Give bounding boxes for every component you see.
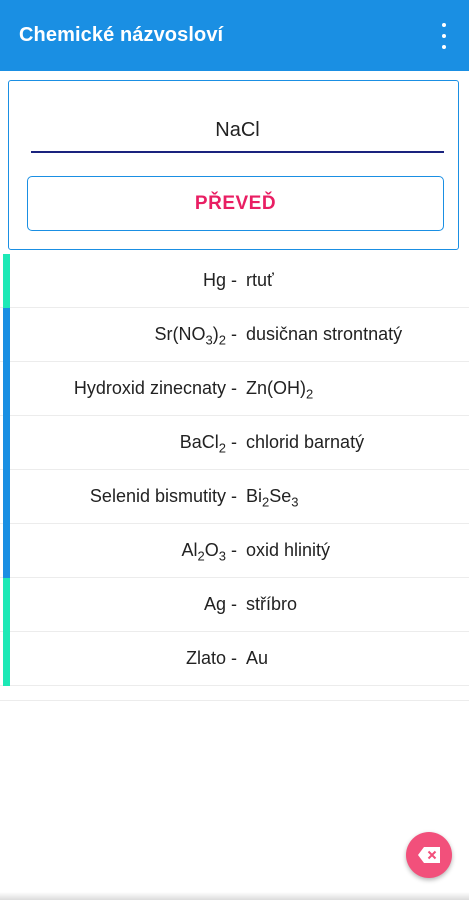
- history-item-right: Zn(OH)2: [246, 378, 314, 402]
- history-item-left: Al2O3: [181, 540, 227, 564]
- history-item-separator: -: [231, 270, 237, 290]
- history-item-separator: -: [231, 540, 237, 560]
- history-item-right: chlorid barnatý: [246, 432, 365, 452]
- converter-card: PŘEVEĎ: [8, 80, 459, 250]
- history-color-bar: [3, 524, 10, 578]
- history-item-right: Au: [246, 648, 269, 668]
- history-item[interactable]: Al2O3- oxid hlinitý: [0, 524, 469, 578]
- history-item-left: Hydroxid zinecnaty: [73, 378, 226, 398]
- history-item-left: Ag: [203, 594, 226, 614]
- history-item-right: Bi2Se3: [246, 486, 299, 510]
- history-item-separator: -: [231, 378, 237, 398]
- app-bar: Chemické názvosloví: [0, 0, 469, 71]
- overflow-menu-icon[interactable]: [433, 23, 455, 49]
- backspace-icon: [418, 847, 440, 863]
- history-item-left: Hg: [202, 270, 226, 290]
- history-item[interactable]: Zlato - Au: [0, 632, 469, 686]
- history-item-right: oxid hlinitý: [246, 540, 331, 560]
- app-title: Chemické názvosloví: [19, 24, 224, 46]
- nav-shadow: [0, 892, 469, 900]
- history-item[interactable]: Sr(NO3)2- dusičnan strontnatý: [0, 308, 469, 362]
- history-color-bar: [3, 632, 10, 686]
- history-color-bar: [3, 308, 10, 362]
- history-item-left: BaCl2: [179, 432, 226, 456]
- history-item-right: rtuť: [246, 270, 274, 290]
- history-item-separator: -: [231, 432, 237, 452]
- history-item-left: Selenid bismutity: [89, 486, 226, 506]
- history-item-separator: -: [231, 594, 237, 614]
- history-item[interactable]: Hg - rtuť: [0, 254, 469, 308]
- history-item-separator: -: [231, 648, 237, 668]
- clear-history-button[interactable]: [406, 832, 452, 878]
- history-color-bar: [3, 254, 10, 308]
- history-item-right: dusičnan strontnatý: [246, 324, 403, 344]
- formula-input[interactable]: [31, 115, 444, 153]
- history-item-right: stříbro: [246, 594, 298, 614]
- history-color-bar: [3, 416, 10, 470]
- history-item-left: Sr(NO3)2: [154, 324, 226, 348]
- history-item[interactable]: BaCl2- chlorid barnatý: [0, 416, 469, 470]
- history-color-bar: [3, 578, 10, 632]
- list-divider: [0, 700, 469, 701]
- history-item[interactable]: Ag - stříbro: [0, 578, 469, 632]
- history-item[interactable]: Hydroxid zinecnaty - Zn(OH)2: [0, 362, 469, 416]
- history-color-bar: [3, 470, 10, 524]
- convert-button[interactable]: PŘEVEĎ: [27, 176, 444, 231]
- history-item-separator: -: [231, 486, 237, 506]
- history-item-left: Zlato: [185, 648, 226, 668]
- history-item[interactable]: Selenid bismutity - Bi2Se3: [0, 470, 469, 524]
- history-color-bar: [3, 362, 10, 416]
- history-list: Hg - rtuť Sr(NO3)2- dusičnan strontnatý Hydro…: [0, 254, 469, 686]
- history-item-separator: -: [231, 324, 237, 344]
